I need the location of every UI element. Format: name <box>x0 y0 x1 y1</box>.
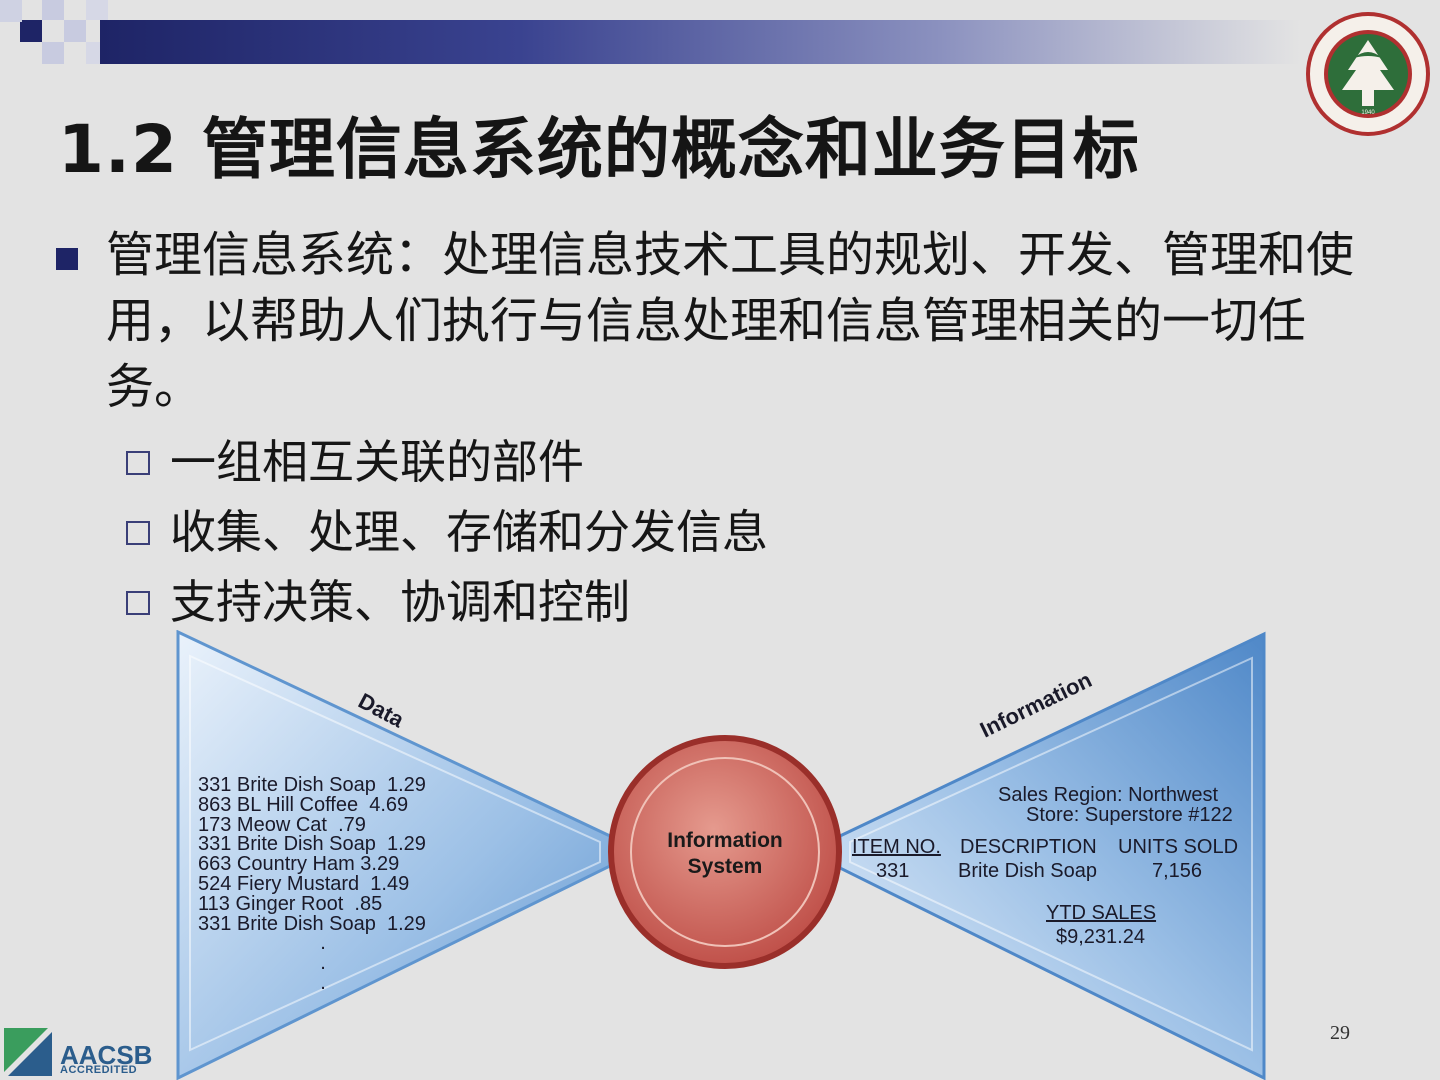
seal-year: 1940 <box>1361 110 1375 116</box>
value-units-sold: 7,156 <box>1152 860 1203 882</box>
header-square <box>42 42 64 64</box>
value-item-no: 331 <box>876 860 910 882</box>
aacsb-accredited: ACCREDITED <box>60 1064 138 1076</box>
column-description: DESCRIPTION <box>960 836 1097 858</box>
page-number: 29 <box>1330 1022 1350 1044</box>
column-units-sold: UNITS SOLD <box>1118 836 1239 858</box>
university-logo: 1940 <box>1298 10 1438 138</box>
header-square <box>20 20 42 42</box>
header-square <box>42 0 64 20</box>
checkbox-bullet-icon <box>126 591 150 615</box>
ytd-sales-label: YTD SALES <box>1046 902 1157 924</box>
sub-bullet-text: 支持决策、协调和控制 <box>170 575 630 629</box>
header-bar <box>100 20 1300 64</box>
system-label-line: System <box>687 855 763 878</box>
aacsb-logo: AACSB ACCREDITED <box>4 1026 154 1078</box>
value-description: Brite Dish Soap <box>958 860 1097 882</box>
sub-bullet-text: 收集、处理、存储和分发信息 <box>170 505 768 559</box>
header-square <box>86 0 108 20</box>
information-system-diagram: Data 331 Brite Dish Soap 1.29 863 BL Hil… <box>160 630 1280 1080</box>
header-square <box>64 20 86 42</box>
header-square <box>86 42 100 64</box>
checkbox-bullet-icon <box>126 451 150 475</box>
bullet-marker <box>56 248 78 270</box>
main-bullet-text: 管理信息系统：处理信息技术工具的规划、开发、管理和使用，以帮助人们执行与信息处理… <box>106 227 1355 415</box>
store-name: Store: Superstore #122 <box>1026 804 1233 826</box>
slide: 1940 1.2 管理信息系统的概念和业务目标 管理信息系统：处理信息技术工具的… <box>0 0 1440 1080</box>
checkbox-bullet-icon <box>126 521 150 545</box>
data-records: 331 Brite Dish Soap 1.29 863 BL Hill Cof… <box>198 774 426 994</box>
header-square <box>0 0 22 22</box>
slide-title: 1.2 管理信息系统的概念和业务目标 <box>58 111 1140 188</box>
ytd-sales-value: $9,231.24 <box>1056 926 1145 948</box>
system-label-line: Information <box>667 829 783 852</box>
column-item-no: ITEM NO. <box>852 836 941 858</box>
information-system-label: Information System <box>630 828 820 880</box>
sub-bullet-text: 一组相互关联的部件 <box>170 435 584 489</box>
